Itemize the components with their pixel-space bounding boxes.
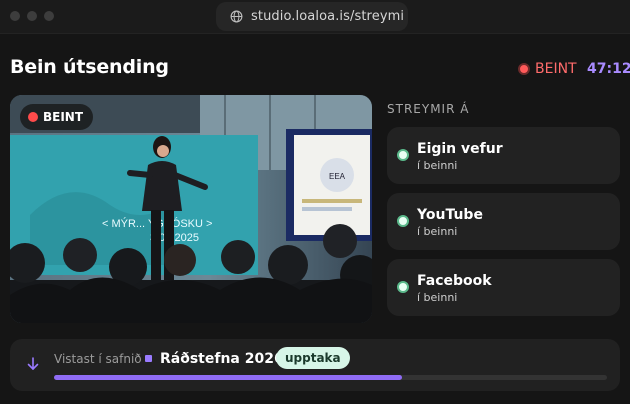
status-dot-icon — [397, 281, 409, 293]
destination-name: YouTube — [417, 207, 483, 223]
window-close-dot[interactable] — [10, 11, 20, 21]
destination-name: Facebook — [417, 273, 492, 289]
recording-progress — [54, 375, 607, 380]
address-bar[interactable]: studio.loaloa.is/streymi — [216, 2, 408, 31]
browser-toolbar: studio.loaloa.is/streymi — [0, 0, 630, 34]
destination-status: í beinni — [417, 159, 458, 172]
address-url: studio.loaloa.is/streymi — [251, 9, 405, 24]
live-status-label: BEINT — [535, 61, 577, 77]
status-dot-icon — [397, 215, 409, 227]
window-minimize-dot[interactable] — [27, 11, 37, 21]
arrow-down-icon[interactable] — [26, 356, 40, 372]
recording-square-icon — [145, 355, 152, 362]
globe-icon — [230, 10, 243, 23]
recording-progress-fill — [54, 375, 403, 380]
destination-status: í beinni — [417, 225, 458, 238]
destination-card-youtube[interactable]: YouTube í beinni — [387, 193, 620, 250]
video-live-badge: BEINT — [20, 104, 94, 130]
page-title: Bein útsending — [10, 56, 169, 78]
destination-name: Eigin vefur — [417, 141, 503, 157]
window-controls — [10, 11, 54, 21]
video-preview[interactable]: < MÝR... YGRÓSKU > 3.09.2025 EEA BEINT — [10, 95, 372, 323]
screen-label: EEA — [329, 172, 346, 181]
record-dot-icon — [518, 63, 530, 75]
destination-card-facebook[interactable]: Facebook í beinni — [387, 259, 620, 316]
recording-file-name: Ráðstefna 2026 — [160, 351, 284, 367]
record-dot-icon — [28, 112, 38, 122]
window-maximize-dot[interactable] — [44, 11, 54, 21]
destinations-heading: STREYMIR Á — [387, 102, 470, 116]
live-status: BEINT — [518, 61, 577, 77]
video-live-label: BEINT — [43, 110, 84, 124]
destination-card-website[interactable]: Eigin vefur í beinni — [387, 127, 620, 184]
destination-status: í beinni — [417, 291, 458, 304]
recording-bar: Vistast í safnið Ráðstefna 2026 upptaka — [10, 339, 620, 391]
recording-tag: upptaka — [276, 347, 350, 369]
save-location-label: Vistast í safnið — [54, 352, 142, 366]
broadcast-timer: 47:12 — [587, 61, 630, 77]
status-dot-icon — [397, 149, 409, 161]
